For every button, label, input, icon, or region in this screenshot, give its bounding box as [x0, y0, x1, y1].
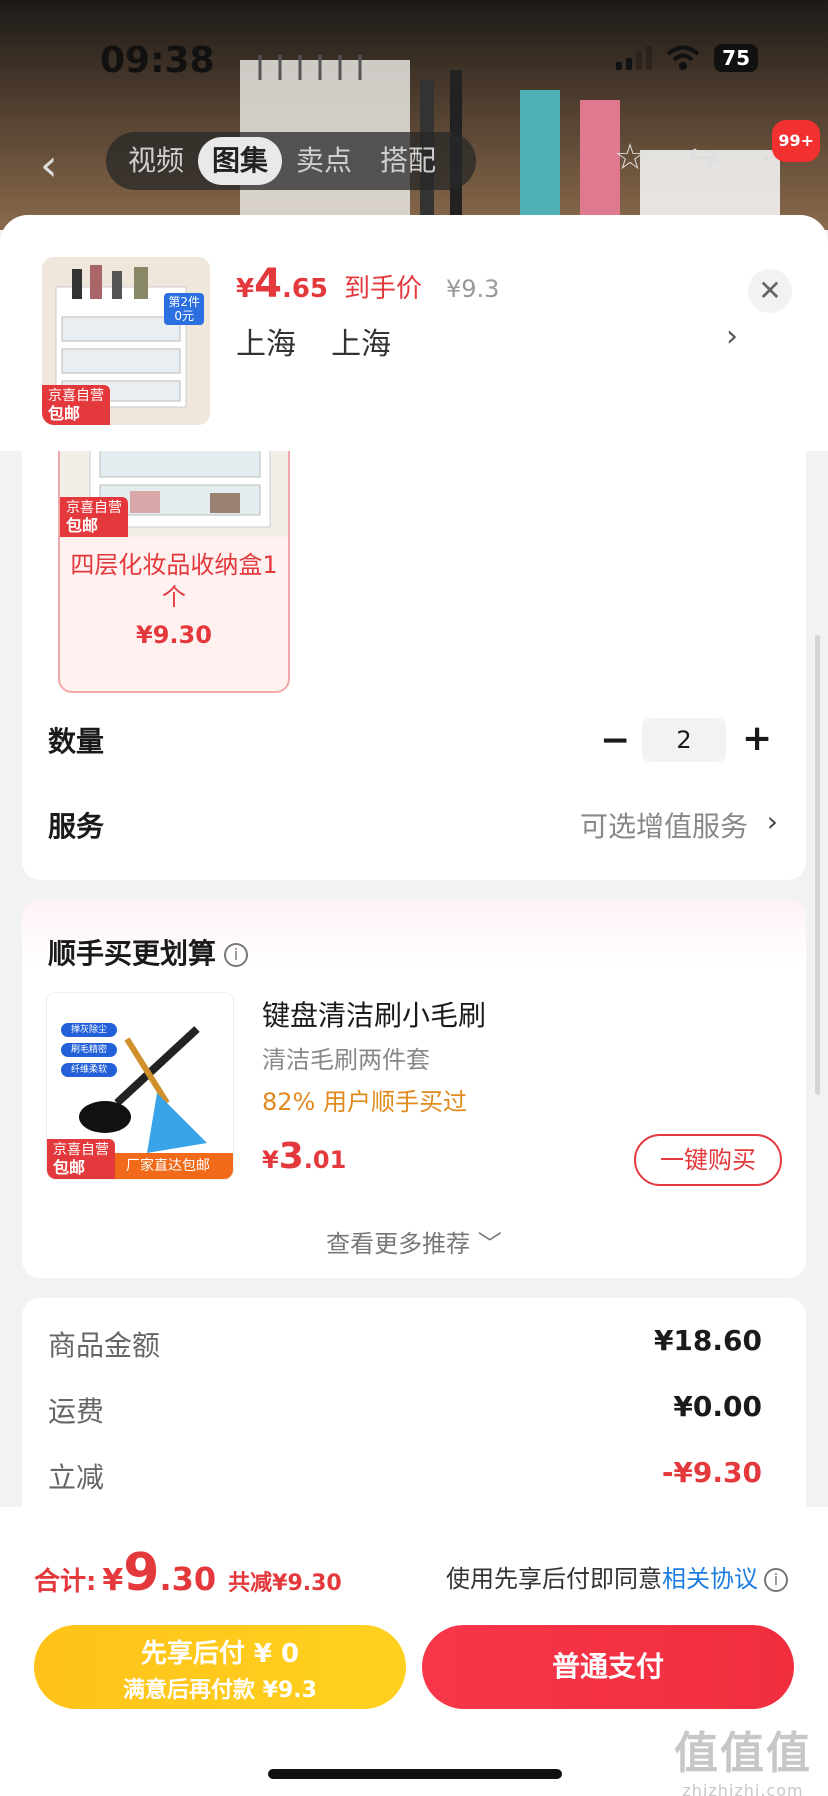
- order-total: 合计: ¥ 9 .30 共减¥9.30: [34, 1543, 342, 1603]
- quantity-decrease-button[interactable]: −: [600, 720, 630, 761]
- summary-label: 运费: [48, 1395, 105, 1428]
- service-label: 服务: [48, 810, 105, 843]
- total-label: 合计:: [34, 1567, 97, 1597]
- price-decimal: .65: [281, 274, 328, 304]
- jd-self-operated-tag: 京喜自营 包邮: [60, 497, 128, 537]
- tab-selling-points[interactable]: 卖点: [282, 137, 366, 185]
- summary-value: -¥9.30: [661, 1456, 762, 1489]
- close-icon[interactable]: ✕: [748, 269, 792, 313]
- summary-value: ¥18.60: [653, 1324, 762, 1357]
- final-price-label: 到手价: [344, 274, 423, 304]
- wifi-icon: [666, 45, 700, 70]
- agreement-link[interactable]: 相关协议: [662, 1565, 758, 1593]
- tag-line1: 京喜自营: [53, 1142, 109, 1158]
- addon-title-text: 顺手买更划算: [48, 937, 217, 970]
- shipping-address[interactable]: 上海 上海: [236, 319, 391, 363]
- summary-row: 运费 ¥0.00: [48, 1390, 762, 1430]
- tab-video[interactable]: 视频: [114, 137, 198, 185]
- agreement-notice: 使用先享后付即同意相关协议 i: [446, 1559, 788, 1594]
- one-click-buy-button[interactable]: 一键购买: [634, 1134, 782, 1186]
- price-integer: 3: [278, 1136, 304, 1177]
- feature-tag: 掸灰除尘: [70, 1025, 107, 1035]
- chevron-right-icon[interactable]: ›: [767, 805, 778, 838]
- quantity-input[interactable]: 2: [642, 718, 726, 762]
- signal-icon: [616, 46, 653, 70]
- pay-later-button[interactable]: 先享后付 ¥ 0 满意后再付款 ¥9.3: [34, 1625, 406, 1709]
- share-icon[interactable]: ↪: [684, 138, 724, 178]
- total-integer: 9: [123, 1543, 160, 1603]
- home-indicator[interactable]: [268, 1769, 562, 1779]
- sku-option-selected[interactable]: 京喜自营 包邮 四层化妆品收纳盒1个 ¥9.30: [58, 435, 290, 693]
- back-icon[interactable]: ‹: [40, 140, 58, 191]
- watermark-logo: 值值值: [674, 1728, 812, 1779]
- summary-value: ¥0.00: [673, 1390, 762, 1423]
- total-decimal: .30: [159, 1560, 217, 1598]
- addon-title: 顺手买更划算 i: [48, 932, 249, 972]
- addon-recommendation-card: 顺手买更划算 i 掸灰除尘 刷毛精密 纤维柔软 厂家直达包邮 京喜自营 包邮 键盘清…: [22, 900, 806, 1278]
- top-right-actions: ☆ ↪ ⋯99+: [610, 120, 820, 178]
- normal-pay-button[interactable]: 普通支付: [422, 1625, 794, 1709]
- image-feature-tags: 掸灰除尘 刷毛精密 纤维柔软: [61, 1023, 117, 1077]
- addon-product-image[interactable]: 掸灰除尘 刷毛精密 纤维柔软 厂家直达包邮 京喜自营 包邮: [46, 992, 234, 1180]
- addon-product-subtitle: 清洁毛刷两件套: [262, 1046, 430, 1074]
- product-thumbnail: 第2件 0元 京喜自营 包邮: [42, 257, 210, 425]
- service-value[interactable]: 可选增值服务: [580, 805, 748, 845]
- original-price: ¥9.3: [446, 275, 500, 303]
- jd-self-operated-tag: 京喜自营 包邮: [47, 1139, 115, 1179]
- media-tabs: 视频 图集 卖点 搭配: [106, 132, 476, 190]
- tag-line2: 包邮: [48, 404, 81, 423]
- sku-image: 京喜自营 包邮: [60, 437, 288, 537]
- sku-card-section: 京喜自营 包邮 四层化妆品收纳盒1个 ¥9.30 数量 − 2 + 服务 可选增值…: [22, 415, 806, 880]
- message-count-badge: 99+: [772, 120, 820, 162]
- quantity-increase-button[interactable]: +: [742, 718, 772, 759]
- addon-price: ¥3.01: [262, 1136, 346, 1177]
- more-recommendations-link[interactable]: 查看更多推荐 ﹀: [22, 1224, 806, 1259]
- site-watermark: 值值值 zhizhizhi.com: [674, 1717, 812, 1796]
- jd-self-operated-tag: 京喜自营 包邮: [42, 385, 110, 425]
- sku-price: ¥9.30: [136, 621, 212, 649]
- feature-tag: 刷毛精密: [70, 1045, 107, 1055]
- background-product-image: [240, 55, 780, 230]
- info-icon[interactable]: i: [764, 1568, 788, 1592]
- price-decimal: .01: [303, 1146, 347, 1174]
- sku-name: 四层化妆品收纳盒1个: [70, 551, 278, 611]
- tag-line2: 包邮: [66, 516, 99, 535]
- feature-tag: 纤维柔软: [70, 1065, 107, 1075]
- promo-second-free-tag: 第2件 0元: [164, 293, 204, 325]
- tab-match[interactable]: 搭配: [366, 137, 450, 185]
- pay-later-subtitle: 满意后再付款 ¥9.3: [123, 1678, 317, 1703]
- price-symbol: ¥: [236, 274, 255, 304]
- addon-product-name[interactable]: 键盘清洁刷小毛刷: [262, 994, 486, 1034]
- tag-line2: 包邮: [53, 1158, 86, 1177]
- summary-row: 商品金额 ¥18.60: [48, 1324, 762, 1364]
- favorite-star-icon[interactable]: ☆: [610, 138, 650, 178]
- price-row: ¥ 4 .65 到手价 ¥9.3: [236, 261, 499, 307]
- agreement-text: 使用先享后付即同意: [446, 1565, 662, 1593]
- sheet-header: 第2件 0元 京喜自营 包邮 ¥ 4 .65 到手价 ¥9.3 上海 上海 › ✕: [0, 215, 828, 451]
- pay-later-title: 先享后付 ¥ 0: [140, 1639, 300, 1669]
- price-symbol: ¥: [262, 1146, 279, 1174]
- checkout-bar: 合计: ¥ 9 .30 共减¥9.30 使用先享后付即同意相关协议 i 先享后付 …: [0, 1507, 828, 1796]
- total-saving: 共减¥9.30: [228, 1571, 342, 1596]
- status-time: 09:38: [100, 40, 215, 81]
- addon-buy-stat: 82% 用户顺手买过: [262, 1088, 467, 1116]
- scrollbar[interactable]: [815, 635, 820, 1095]
- chevron-right-icon[interactable]: ›: [726, 319, 738, 354]
- summary-label: 立减: [48, 1461, 105, 1494]
- status-icons: 75: [616, 44, 758, 72]
- quantity-label: 数量: [48, 725, 105, 758]
- total-symbol: ¥: [102, 1563, 124, 1598]
- info-icon[interactable]: i: [224, 943, 249, 967]
- battery-indicator: 75: [714, 44, 758, 72]
- summary-row: 立减 -¥9.30: [48, 1456, 762, 1496]
- tag-line1: 京喜自营: [48, 388, 104, 404]
- tab-gallery[interactable]: 图集: [198, 137, 283, 185]
- price-integer: 4: [254, 261, 282, 307]
- watermark-url: zhizhizhi.com: [682, 1781, 804, 1796]
- more-icon[interactable]: ⋯99+: [758, 120, 820, 178]
- tag-line1: 京喜自营: [66, 500, 122, 516]
- summary-label: 商品金额: [48, 1329, 161, 1362]
- product-page-background: [0, 0, 828, 230]
- factory-direct-tag: 厂家直达包邮: [103, 1153, 233, 1179]
